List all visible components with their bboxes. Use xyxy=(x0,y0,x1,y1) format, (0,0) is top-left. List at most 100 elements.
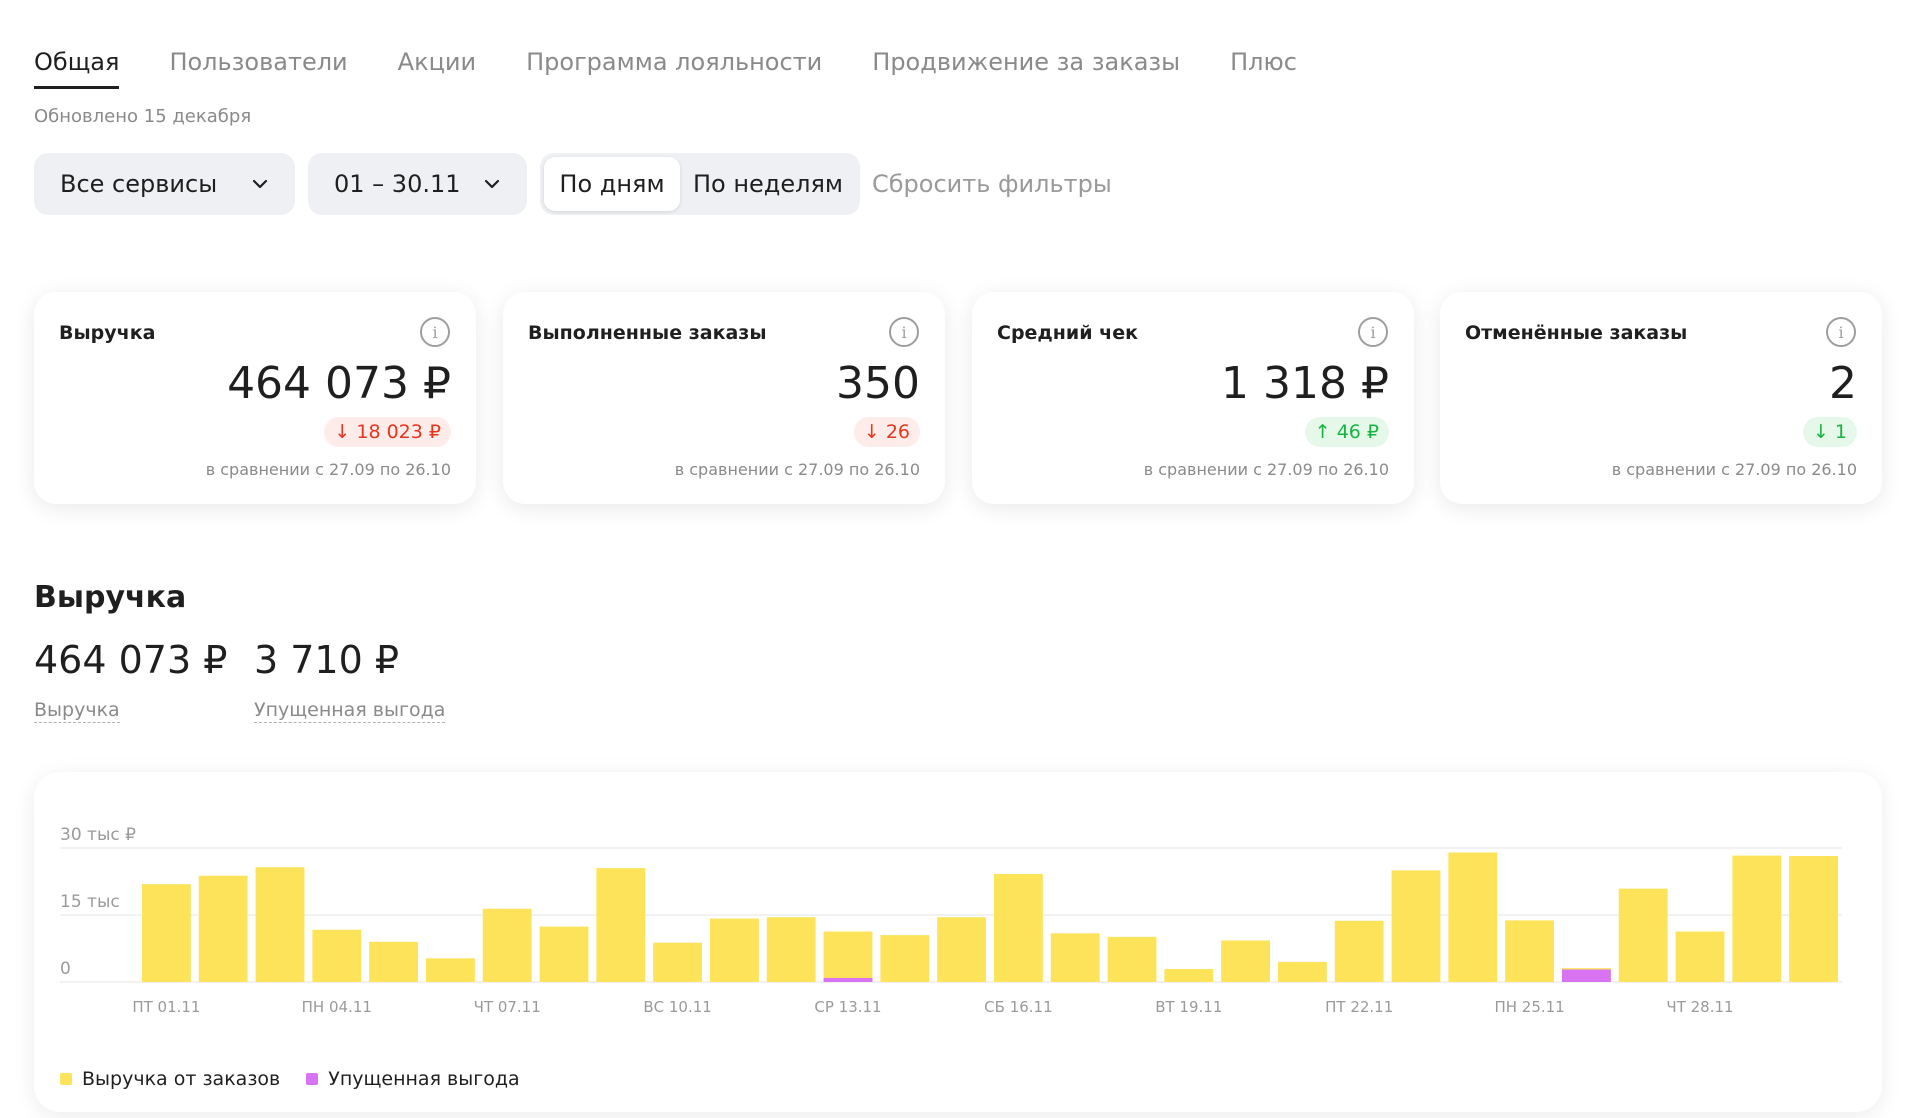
reset-filters-button[interactable]: Сбросить фильтры xyxy=(872,170,1112,198)
period-select-label: 01 – 30.11 xyxy=(334,170,461,198)
bar-revenue[interactable] xyxy=(312,929,362,982)
revenue-chart: 30 тыс ₽ 15 тыс 0 ПТ 01.11 ПН 04.11 ЧТ 07.11 В… xyxy=(60,825,1842,1016)
kpi-card-revenue: Выручка i 464 073 ₽ ↓ 18 023 ₽ в сравнен… xyxy=(34,292,476,504)
bar-revenue[interactable] xyxy=(1505,920,1555,982)
bar-revenue[interactable] xyxy=(1391,870,1441,982)
x-tick-label: СР 13.11 xyxy=(814,998,881,1016)
bar-revenue[interactable] xyxy=(141,884,191,982)
kpi-card-comparison: в сравнении с 27.09 по 26.10 xyxy=(1143,460,1389,479)
legend-swatch xyxy=(60,1073,72,1085)
kpi-card-comparison: в сравнении с 27.09 по 26.10 xyxy=(205,460,451,479)
bar-revenue[interactable] xyxy=(369,941,419,982)
bar-revenue[interactable] xyxy=(993,873,1043,982)
kpi-card-title: Средний чек xyxy=(997,322,1138,344)
tab-plus[interactable]: Плюс xyxy=(1230,48,1297,89)
info-icon[interactable]: i xyxy=(889,317,919,347)
bar-revenue[interactable] xyxy=(255,867,305,982)
info-icon[interactable]: i xyxy=(1826,317,1856,347)
y-tick-label: 0 xyxy=(60,959,71,979)
info-icon[interactable]: i xyxy=(420,317,450,347)
kpi-card-value: 1 318 ₽ xyxy=(1221,358,1389,409)
by-weeks-button[interactable]: По неделям xyxy=(680,157,856,211)
legend-label: Выручка от заказов xyxy=(82,1068,281,1090)
kpi-card-average-check: Средний чек i 1 318 ₽ ↑ 46 ₽ в сравнении… xyxy=(972,292,1414,504)
x-tick-label: ВТ 19.11 xyxy=(1155,998,1222,1016)
bar-revenue[interactable] xyxy=(539,926,589,982)
bar-revenue[interactable] xyxy=(1050,933,1100,982)
period-select[interactable]: 01 – 30.11 xyxy=(308,153,527,215)
kpi-card-title: Отменённые заказы xyxy=(1465,322,1688,344)
kpi-card-comparison: в сравнении с 27.09 по 26.10 xyxy=(1611,460,1857,479)
bar-revenue[interactable] xyxy=(823,931,873,982)
legend-swatch xyxy=(306,1073,319,1085)
bar-revenue[interactable] xyxy=(1789,856,1839,982)
tab-general[interactable]: Общая xyxy=(34,48,120,89)
section-title: Выручка xyxy=(34,580,187,615)
kpi-card-cancelled-orders: Отменённые заказы i 2 ↓ 1 в сравнении с … xyxy=(1440,292,1882,504)
lost-profit-value: 3 710 ₽ xyxy=(254,638,400,682)
revenue-chart-card: 30 тыс ₽ 15 тыс 0 ПТ 01.11 ПН 04.11 ЧТ 07.11 В… xyxy=(34,772,1882,1112)
bar-lost-profit[interactable] xyxy=(1561,969,1611,982)
by-days-button[interactable]: По дням xyxy=(544,157,680,211)
chevron-down-icon xyxy=(252,179,268,189)
legend-item-lost-profit[interactable]: Упущенная выгода xyxy=(306,1068,520,1090)
tab-order-promotion[interactable]: Продвижение за заказы xyxy=(872,48,1180,89)
bar-revenue[interactable] xyxy=(1448,852,1498,982)
services-select[interactable]: Все сервисы xyxy=(34,153,295,215)
y-tick-label: 30 тыс ₽ xyxy=(60,825,136,845)
x-tick-label: ПН 25.11 xyxy=(1494,998,1564,1016)
bar-revenue[interactable] xyxy=(1334,920,1384,982)
bar-revenue[interactable] xyxy=(1221,940,1271,982)
y-tick-label: 15 тыс xyxy=(60,892,120,912)
tab-bar: Общая Пользователи Акции Программа лояль… xyxy=(34,48,1297,89)
bar-lost-profit[interactable] xyxy=(823,977,873,982)
bar-revenue[interactable] xyxy=(198,875,248,982)
kpi-card-delta: ↓ 1 xyxy=(1802,417,1857,447)
chart-legend: Выручка от заказов Упущенная выгода xyxy=(60,1068,520,1090)
kpi-card-delta: ↓ 26 xyxy=(853,417,920,447)
bar-revenue[interactable] xyxy=(1107,936,1157,982)
tab-loyalty-program[interactable]: Программа лояльности xyxy=(526,48,822,89)
info-icon[interactable]: i xyxy=(1358,317,1388,347)
x-tick-label: ВС 10.11 xyxy=(643,998,711,1016)
bar-revenue[interactable] xyxy=(1675,931,1725,982)
bar-revenue[interactable] xyxy=(1277,961,1327,982)
kpi-card-comparison: в сравнении с 27.09 по 26.10 xyxy=(674,460,920,479)
tab-promotions[interactable]: Акции xyxy=(398,48,476,89)
kpi-card-title: Выполненные заказы xyxy=(528,322,767,344)
x-tick-label: ЧТ 07.11 xyxy=(474,998,541,1016)
kpi-card-value: 2 xyxy=(1829,358,1857,409)
legend-item-revenue[interactable]: Выручка от заказов xyxy=(60,1068,280,1090)
services-select-label: Все сервисы xyxy=(60,170,218,198)
bar-revenue[interactable] xyxy=(596,868,646,982)
updated-date: Обновлено 15 декабря xyxy=(34,106,252,127)
x-tick-label: ЧТ 28.11 xyxy=(1666,998,1733,1016)
chevron-down-icon xyxy=(484,179,500,189)
lost-profit-label[interactable]: Упущенная выгода xyxy=(254,698,446,723)
granularity-switch: По дням По неделям xyxy=(540,153,860,215)
bar-revenue[interactable] xyxy=(766,917,816,982)
bar-revenue[interactable] xyxy=(425,958,475,982)
bar-revenue[interactable] xyxy=(709,918,759,982)
kpi-card-delta: ↓ 18 023 ₽ xyxy=(324,417,451,447)
legend-label: Упущенная выгода xyxy=(328,1068,520,1090)
bar-revenue[interactable] xyxy=(482,908,532,982)
kpi-card-completed-orders: Выполненные заказы i 350 ↓ 26 в сравнени… xyxy=(503,292,945,504)
x-tick-label: ПТ 01.11 xyxy=(132,998,200,1016)
x-tick-label: ПН 04.11 xyxy=(302,998,372,1016)
bar-revenue[interactable] xyxy=(880,935,930,982)
bar-revenue[interactable] xyxy=(1732,855,1782,982)
kpi-card-delta: ↑ 46 ₽ xyxy=(1304,417,1389,447)
x-tick-label: ПТ 22.11 xyxy=(1325,998,1393,1016)
bar-revenue[interactable] xyxy=(653,942,703,982)
x-tick-label: СБ 16.11 xyxy=(984,998,1052,1016)
kpi-card-value: 464 073 ₽ xyxy=(227,358,451,409)
tab-users[interactable]: Пользователи xyxy=(169,48,347,89)
bar-revenue[interactable] xyxy=(1618,888,1668,982)
bar-revenue[interactable] xyxy=(1164,969,1214,982)
revenue-total-label[interactable]: Выручка xyxy=(34,698,120,723)
bar-revenue[interactable] xyxy=(937,917,987,982)
kpi-card-value: 350 xyxy=(836,358,920,409)
kpi-card-title: Выручка xyxy=(59,322,156,344)
revenue-total-value: 464 073 ₽ xyxy=(34,638,228,682)
